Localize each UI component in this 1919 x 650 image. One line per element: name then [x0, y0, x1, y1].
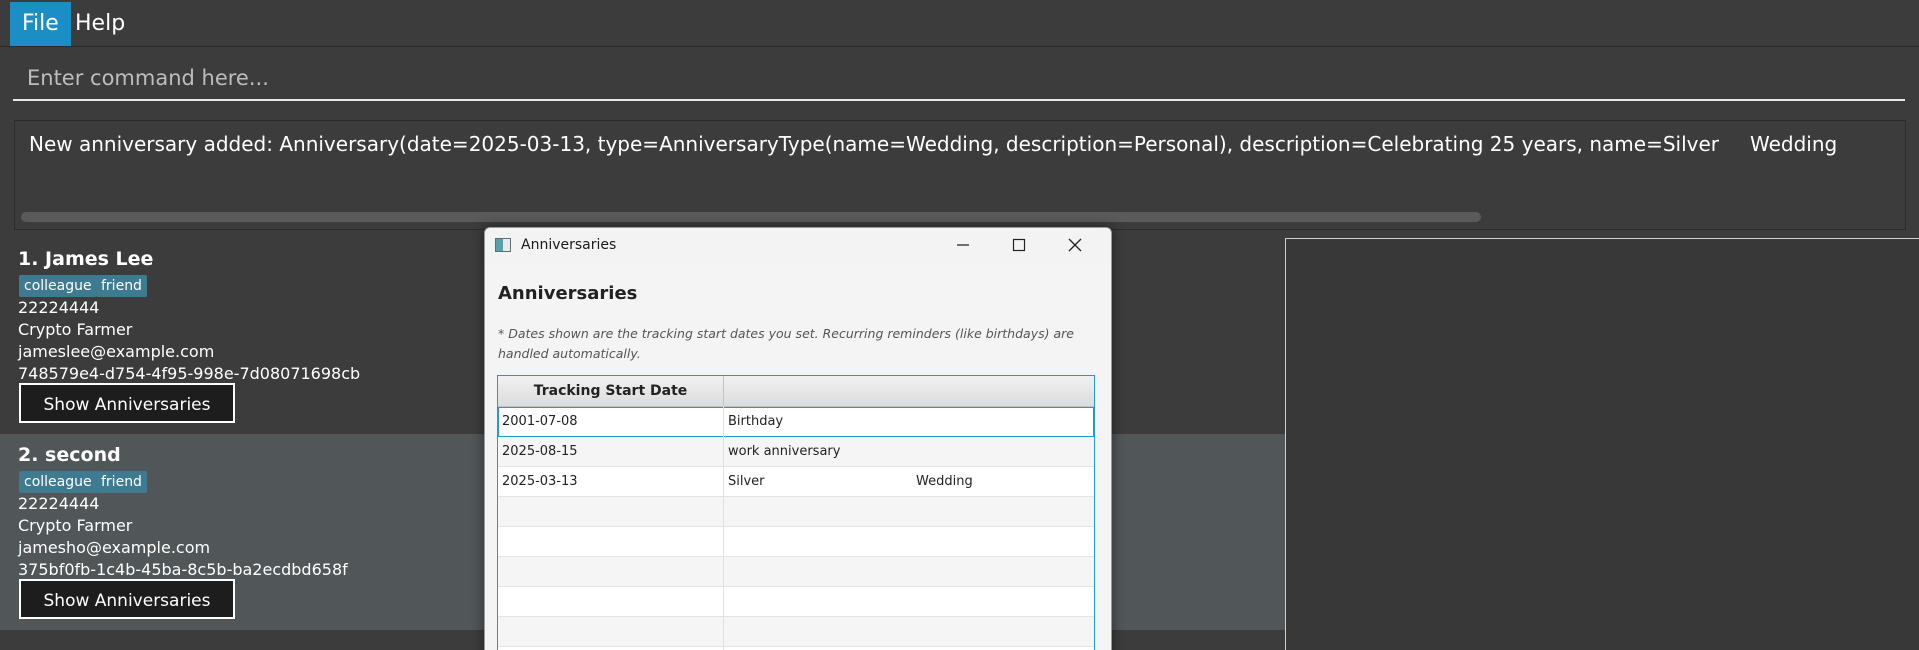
cell-type — [916, 407, 1086, 436]
dialog-note: * Dates shown are the tracking start dat… — [498, 326, 1074, 361]
cell-name: work anniversary — [728, 444, 841, 459]
show-anniversaries-button[interactable]: Show Anniversaries — [19, 579, 235, 619]
column-divider — [723, 406, 724, 650]
tag-badge: friend — [96, 471, 147, 493]
empty-table-row — [498, 527, 1094, 557]
person-name: 1. James Lee — [18, 248, 154, 270]
detail-panel — [1285, 238, 1919, 650]
result-display: New anniversary added: Anniversary(date=… — [14, 120, 1906, 230]
table-row[interactable]: 2025-03-13 Silver Wedding — [498, 467, 1094, 497]
person-address: Crypto Farmer — [18, 320, 133, 339]
person-email: jameslee@example.com — [18, 342, 215, 361]
empty-table-row — [498, 497, 1094, 527]
person-id: 375bf0fb-1c4b-45ba-8c5b-ba2ecdbd658f — [18, 560, 348, 579]
empty-table-row — [498, 587, 1094, 617]
person-address: Crypto Farmer — [18, 516, 133, 535]
cell-date: 2025-08-15 — [502, 444, 578, 459]
cell-type: Wedding — [916, 474, 973, 489]
cell-type — [916, 437, 1086, 466]
table-header: Tracking Start Date — [498, 376, 1094, 407]
show-anniversaries-button[interactable]: Show Anniversaries — [19, 383, 235, 423]
horizontal-scrollbar[interactable] — [21, 212, 1481, 222]
maximize-icon[interactable] — [991, 228, 1047, 264]
anniversaries-table[interactable]: Tracking Start Date 2001-07-08 Birthday … — [497, 375, 1095, 650]
person-id: 748579e4-d754-4f95-998e-7d08071698cb — [18, 364, 361, 383]
table-row[interactable]: 2001-07-08 Birthday — [498, 407, 1094, 437]
column-header-details[interactable] — [724, 376, 1094, 406]
table-row[interactable]: 2025-08-15 work anniversary — [498, 437, 1094, 467]
menu-help[interactable]: Help — [63, 2, 137, 46]
person-phone: 22224444 — [18, 494, 100, 513]
cell-name: Silver — [728, 474, 765, 489]
close-icon[interactable] — [1047, 228, 1103, 264]
person-name: 2. second — [18, 444, 121, 466]
cell-date: 2001-07-08 — [502, 414, 578, 429]
person-phone: 22224444 — [18, 298, 100, 317]
cell-date: 2025-03-13 — [502, 474, 578, 489]
menu-bar: File Help — [0, 0, 1919, 47]
cell-name: Birthday — [728, 414, 784, 429]
app-window: File Help New anniversary added: Anniver… — [0, 0, 1919, 650]
empty-table-row — [498, 557, 1094, 587]
dialog-title: Anniversaries — [521, 237, 617, 253]
tag-badge: colleague — [19, 471, 97, 493]
person-email: jamesho@example.com — [18, 538, 211, 557]
minimize-icon[interactable] — [935, 228, 991, 264]
command-input[interactable] — [13, 57, 1905, 101]
menu-file[interactable]: File — [10, 2, 71, 46]
column-header-date[interactable]: Tracking Start Date — [498, 376, 724, 406]
empty-table-row — [498, 617, 1094, 647]
app-icon — [495, 238, 511, 252]
result-message: New anniversary added: Anniversary(date=… — [29, 132, 1720, 156]
tag-badge: friend — [96, 275, 147, 297]
dialog-titlebar[interactable]: Anniversaries — [485, 228, 1111, 264]
result-message-tail: Wedding — [1750, 132, 1838, 156]
anniversaries-dialog: Anniversaries Anniversaries * Dates show… — [484, 227, 1112, 650]
command-box — [0, 47, 1919, 117]
dialog-heading: Anniversaries — [498, 283, 638, 304]
tag-badge: colleague — [19, 275, 97, 297]
